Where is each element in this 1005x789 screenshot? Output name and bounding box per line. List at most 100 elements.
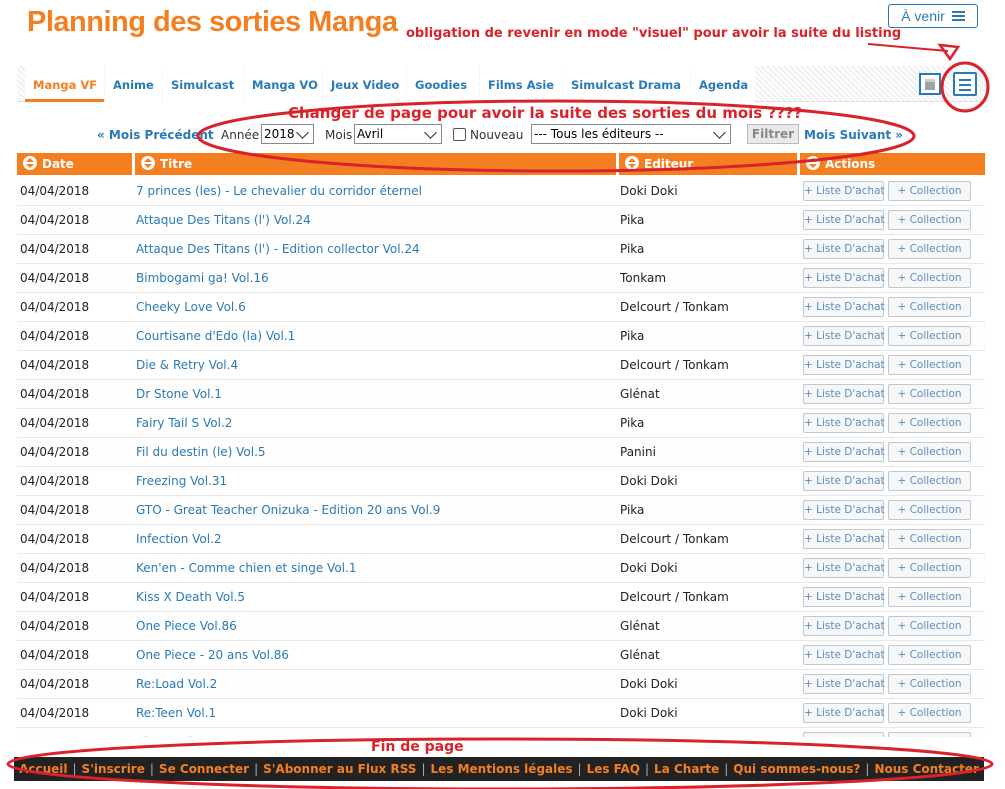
add-to-collection-button[interactable]: + Collection — [888, 268, 971, 288]
column-titre[interactable]: Titre — [135, 153, 616, 175]
add-to-wishlist-button[interactable]: + Liste D'achat — [803, 732, 885, 737]
footer-link[interactable]: Accueil — [19, 762, 67, 776]
release-title-link[interactable]: Dr Stone Vol.1 — [136, 380, 222, 408]
add-to-collection-button[interactable]: + Collection — [888, 355, 971, 375]
add-to-collection-button[interactable]: + Collection — [888, 529, 971, 549]
release-title-link[interactable]: Re:Teen Vol.1 — [136, 699, 216, 727]
release-title-link[interactable]: Attaque Des Titans (l') Vol.24 — [136, 206, 311, 234]
release-title-link[interactable]: Infection Vol.2 — [136, 525, 222, 553]
editeur-select[interactable]: --- Tous les éditeurs -- — [531, 124, 731, 144]
add-to-wishlist-button[interactable]: + Liste D'achat — [803, 442, 885, 462]
tab-manga-vo[interactable]: Manga VO — [244, 66, 322, 102]
footer-link[interactable]: La Charte — [654, 762, 719, 776]
add-to-wishlist-button[interactable]: + Liste D'achat — [803, 529, 885, 549]
add-to-wishlist-button[interactable]: + Liste D'achat — [803, 355, 885, 375]
tab-simulcast-drama[interactable]: Simulcast Drama — [563, 66, 690, 102]
add-to-collection-button[interactable]: + Collection — [888, 384, 971, 404]
release-date: 04/04/2018 — [20, 503, 90, 517]
add-to-wishlist-button[interactable]: + Liste D'achat — [803, 500, 885, 520]
release-title-link[interactable]: Kiss X Death Vol.5 — [136, 583, 245, 611]
table-row: 04/04/2018 One Piece - 20 ans Vol.86 Gléna… — [17, 641, 985, 670]
menu-icon — [951, 11, 965, 21]
add-to-collection-button[interactable]: + Collection — [888, 442, 971, 462]
tab-goodies[interactable]: Goodies — [407, 66, 479, 102]
tab-films-asie[interactable]: Films Asie — [480, 66, 562, 102]
release-title-link[interactable]: Cheeky Love Vol.6 — [136, 293, 246, 321]
release-title-link[interactable]: 7 princes (les) - Le chevalier du corrid… — [136, 177, 422, 205]
add-to-collection-button[interactable]: + Collection — [888, 587, 971, 607]
column-editeur[interactable]: Editeur — [619, 153, 797, 175]
release-title-link[interactable]: Die & Retry Vol.4 — [136, 351, 238, 379]
add-to-collection-button[interactable]: + Collection — [888, 181, 971, 201]
add-to-wishlist-button[interactable]: + Liste D'achat — [803, 210, 885, 230]
release-title-link[interactable]: Ken'en - Comme chien et singe Vol.1 — [136, 554, 356, 582]
add-to-collection-button[interactable]: + Collection — [888, 558, 971, 578]
release-title-link[interactable]: Freezing Vol.31 — [136, 467, 227, 495]
a-venir-button[interactable]: À venir — [888, 4, 978, 28]
next-month-link[interactable]: Mois Suivant » — [804, 124, 903, 146]
release-title-link[interactable]: One Piece Vol.86 — [136, 612, 237, 640]
tab-manga-vf[interactable]: Manga VF — [25, 66, 104, 102]
add-to-wishlist-button[interactable]: + Liste D'achat — [803, 326, 885, 346]
add-to-wishlist-button[interactable]: + Liste D'achat — [803, 674, 885, 694]
add-to-wishlist-button[interactable]: + Liste D'achat — [803, 587, 885, 607]
footer-link[interactable]: S'Abonner au Flux RSS — [263, 762, 416, 776]
print-view-button[interactable] — [919, 73, 941, 95]
prev-month-link[interactable]: « Mois Précédent — [97, 124, 214, 146]
release-title-link[interactable]: Attaque Des Titans (l') - Edition collec… — [136, 235, 420, 263]
footer-link[interactable]: Les FAQ — [587, 762, 640, 776]
add-to-collection-button[interactable]: + Collection — [888, 645, 971, 665]
add-to-collection-button[interactable]: + Collection — [888, 210, 971, 230]
tab-anime[interactable]: Anime — [105, 66, 162, 102]
list-view-button[interactable] — [953, 72, 977, 96]
nouveau-checkbox[interactable] — [453, 128, 466, 141]
add-to-collection-button[interactable]: + Collection — [888, 326, 971, 346]
annee-select[interactable]: 2018 — [261, 124, 314, 144]
add-to-wishlist-button[interactable]: + Liste D'achat — [803, 703, 885, 723]
add-to-collection-button[interactable]: + Collection — [888, 297, 971, 317]
footer-separator: | — [421, 762, 426, 776]
add-to-collection-button[interactable]: + Collection — [888, 674, 971, 694]
release-title-link[interactable]: Bimbogami ga! Vol.16 — [136, 264, 269, 292]
release-title-link[interactable]: Re:Load Vol.2 — [136, 670, 217, 698]
release-title-link[interactable]: Rinne Vol.23 — [136, 728, 211, 737]
mois-select[interactable]: Avril — [354, 124, 442, 144]
add-to-collection-button[interactable]: + Collection — [888, 471, 971, 491]
tab-jeux-video[interactable]: Jeux Video — [323, 66, 406, 102]
add-to-wishlist-button[interactable]: + Liste D'achat — [803, 616, 885, 636]
footer-link[interactable]: Se Connecter — [159, 762, 249, 776]
table-row: 04/04/2018 Cheeky Love Vol.6 Delcourt / To… — [17, 293, 985, 322]
table-row: 04/04/2018 Bimbogami ga! Vol.16 Tonkam + Li… — [17, 264, 985, 293]
add-to-collection-button[interactable]: + Collection — [888, 500, 971, 520]
add-to-collection-button[interactable]: + Collection — [888, 732, 971, 737]
footer-link[interactable]: Les Mentions légales — [431, 762, 573, 776]
tab-simulcast[interactable]: Simulcast — [163, 66, 243, 102]
add-to-collection-button[interactable]: + Collection — [888, 239, 971, 259]
add-to-wishlist-button[interactable]: + Liste D'achat — [803, 239, 885, 259]
release-title-link[interactable]: Courtisane d'Edo (la) Vol.1 — [136, 322, 295, 350]
column-date[interactable]: Date — [17, 153, 132, 175]
column-actions[interactable]: Actions — [800, 153, 985, 175]
add-to-wishlist-button[interactable]: + Liste D'achat — [803, 558, 885, 578]
footer-separator: | — [254, 762, 259, 776]
add-to-wishlist-button[interactable]: + Liste D'achat — [803, 384, 885, 404]
add-to-wishlist-button[interactable]: + Liste D'achat — [803, 268, 885, 288]
footer-link[interactable]: Qui sommes-nous? — [733, 762, 860, 776]
add-to-wishlist-button[interactable]: + Liste D'achat — [803, 297, 885, 317]
add-to-collection-button[interactable]: + Collection — [888, 413, 971, 433]
add-to-wishlist-button[interactable]: + Liste D'achat — [803, 471, 885, 491]
add-to-collection-button[interactable]: + Collection — [888, 616, 971, 636]
footer-link[interactable]: S'inscrire — [82, 762, 145, 776]
add-to-collection-button[interactable]: + Collection — [888, 703, 971, 723]
release-title-link[interactable]: Fil du destin (le) Vol.5 — [136, 438, 266, 466]
add-to-wishlist-button[interactable]: + Liste D'achat — [803, 645, 885, 665]
release-title-link[interactable]: Fairy Tail S Vol.2 — [136, 409, 232, 437]
footer-link[interactable]: Nous Contacter — [874, 762, 978, 776]
add-to-wishlist-button[interactable]: + Liste D'achat — [803, 413, 885, 433]
add-to-wishlist-button[interactable]: + Liste D'achat — [803, 181, 885, 201]
release-date: 04/04/2018 — [20, 329, 90, 343]
release-title-link[interactable]: One Piece - 20 ans Vol.86 — [136, 641, 289, 669]
tab-agenda[interactable]: Agenda — [691, 66, 755, 102]
filtrer-button[interactable]: Filtrer — [747, 124, 799, 144]
release-title-link[interactable]: GTO - Great Teacher Onizuka - Edition 20… — [136, 496, 440, 524]
